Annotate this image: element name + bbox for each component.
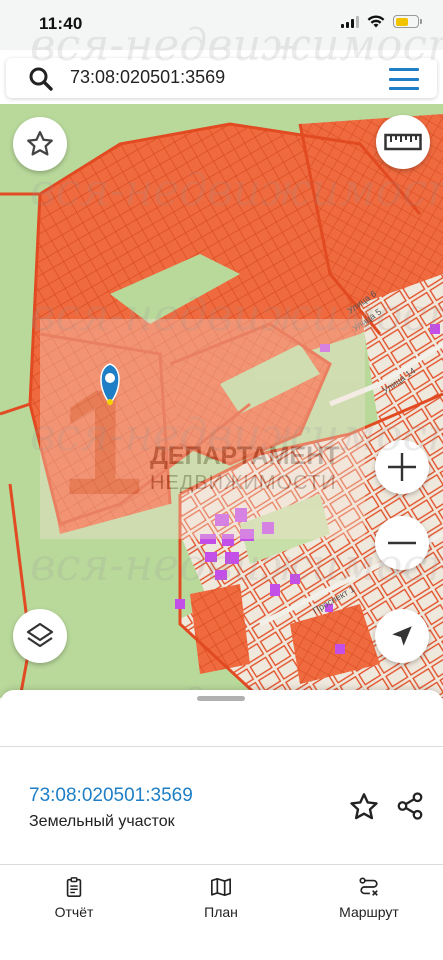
tab-report[interactable]: Отчёт <box>14 876 134 920</box>
tab-plan[interactable]: План <box>161 876 281 920</box>
clipboard-icon <box>66 877 82 897</box>
parcel-type-label: Земельный участок <box>29 813 175 830</box>
sheet-divider <box>0 864 443 865</box>
map-icon <box>211 877 231 897</box>
sheet-divider <box>0 746 443 747</box>
tab-label: Отчёт <box>54 904 94 920</box>
logo-title: ДЕПАРТАМЕНТ <box>150 442 339 470</box>
status-icons <box>341 15 422 28</box>
favorite-button[interactable] <box>13 117 67 171</box>
star-icon <box>27 131 53 156</box>
layers-icon <box>26 622 54 648</box>
share-icon[interactable] <box>395 791 425 821</box>
status-time: 11:40 <box>39 14 83 33</box>
star-icon[interactable] <box>348 791 380 823</box>
ruler-button[interactable] <box>376 115 430 169</box>
plus-icon <box>388 453 416 481</box>
map-canvas[interactable]: Улица 5 Улица 14 Улица 6 Проспект 1 1 ДЕ… <box>0 104 443 698</box>
search-icon[interactable] <box>28 66 54 92</box>
zoom-out-button[interactable] <box>375 516 429 570</box>
my-location-button[interactable] <box>375 609 429 663</box>
sheet-drag-handle[interactable] <box>197 696 245 701</box>
tab-route[interactable]: Маршрут <box>309 876 429 920</box>
ruler-icon <box>384 133 422 151</box>
signal-icon <box>341 15 359 28</box>
wifi-icon <box>367 15 385 28</box>
route-icon <box>359 877 378 896</box>
logo-subtitle: НЕДВИЖИМОСТИ <box>150 472 336 494</box>
menu-icon[interactable] <box>389 68 419 90</box>
map-view[interactable]: Улица 5 Улица 14 Улица 6 Проспект 1 1 ДЕ… <box>0 104 443 698</box>
parcel-number-link[interactable]: 73:08:020501:3569 <box>29 785 193 807</box>
search-input[interactable] <box>70 67 370 88</box>
department-logo: 1 ДЕПАРТАМЕНТ НЕДВИЖИМОСТИ <box>40 319 365 539</box>
search-bar <box>6 58 437 98</box>
zoom-in-button[interactable] <box>375 440 429 494</box>
tab-label: План <box>204 904 238 920</box>
battery-icon <box>393 15 422 28</box>
minus-icon <box>388 541 416 545</box>
layers-button[interactable] <box>13 609 67 663</box>
parcel-info-sheet[interactable]: 73:08:020501:3569 Земельный участок <box>0 690 443 866</box>
navigation-arrow-icon <box>392 626 412 646</box>
status-bar: 11:40 <box>0 0 443 50</box>
bottom-tab-bar: Отчёт План Маршрут <box>0 866 443 960</box>
tab-label: Маршрут <box>339 904 399 920</box>
